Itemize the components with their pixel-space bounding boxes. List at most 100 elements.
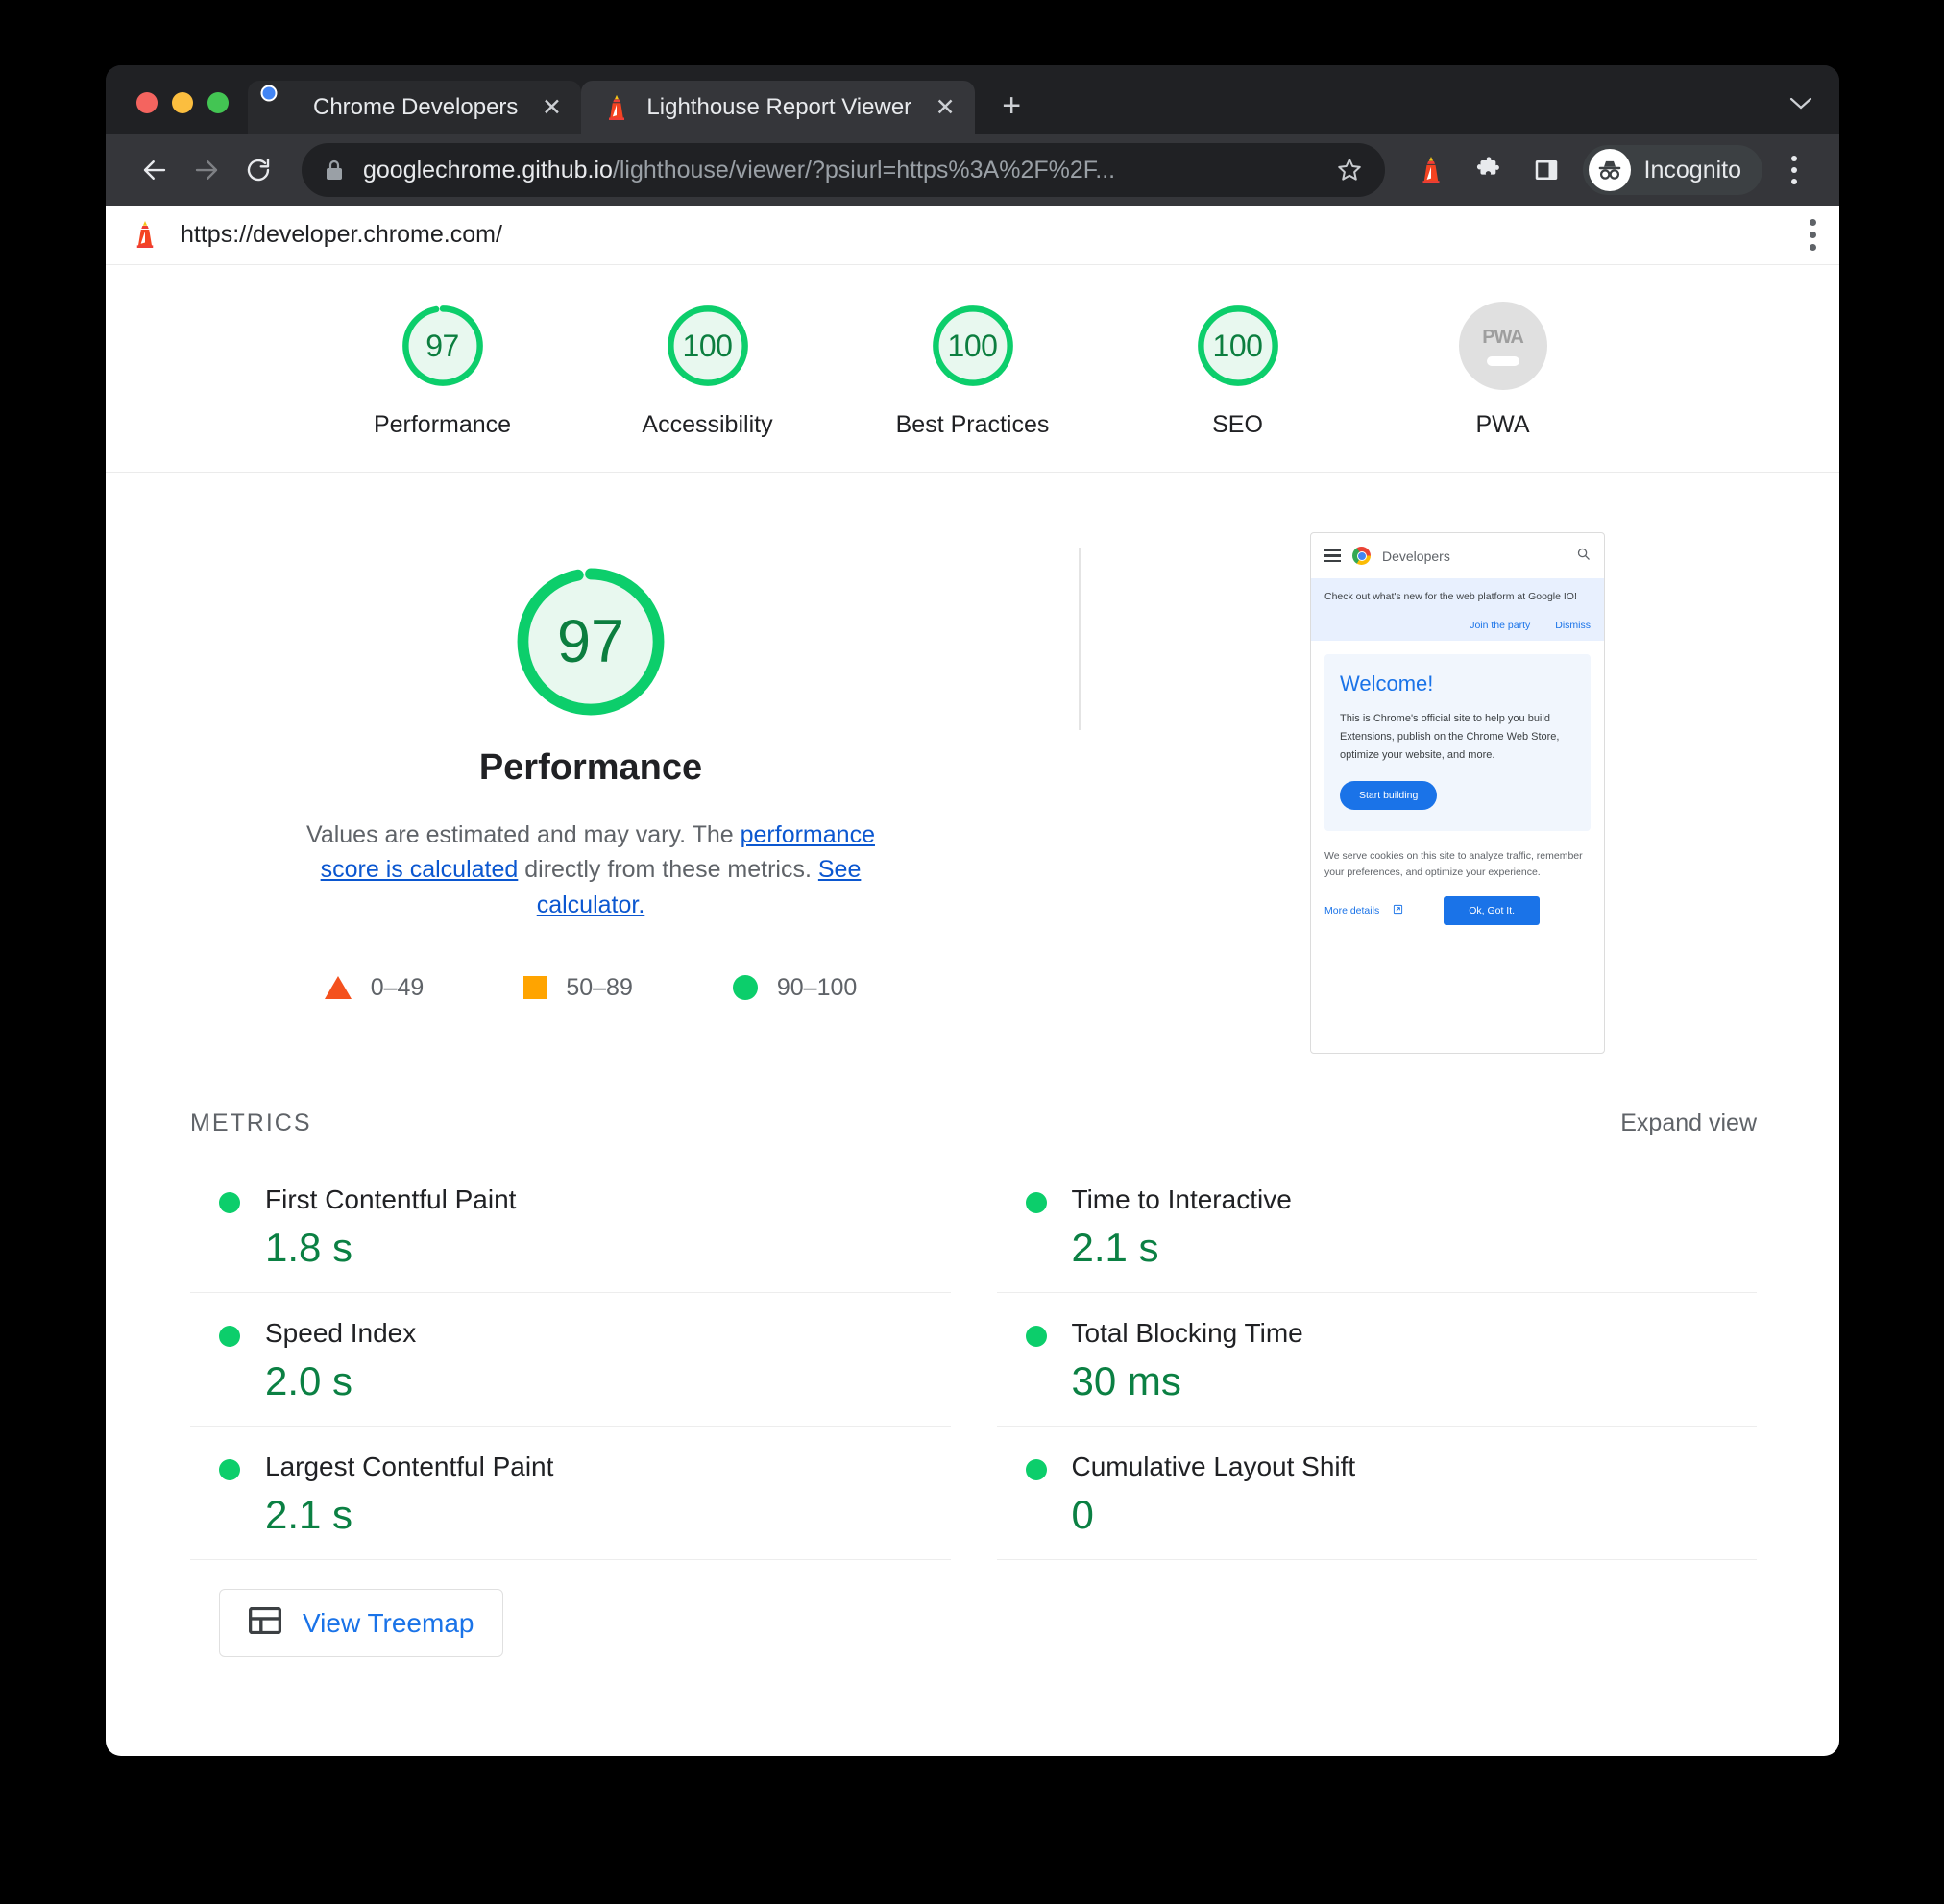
lock-icon	[323, 158, 346, 183]
metrics-title: METRICS	[190, 1110, 312, 1136]
score-value: 100	[1212, 328, 1263, 363]
screenshot-root: Chrome Developers ✕ Lighthouse Report Vi…	[0, 0, 1944, 1904]
forward-arrow-icon[interactable]	[181, 144, 232, 196]
close-tab-button[interactable]: ✕	[929, 91, 961, 124]
metric-first-contentful-paint[interactable]: First Contentful Paint 1.8 s	[190, 1159, 951, 1292]
incognito-icon	[1588, 149, 1631, 191]
url-host: googlechrome.github.io	[363, 156, 613, 183]
maximize-window-button[interactable]	[207, 92, 229, 113]
desc-text-1: Values are estimated and may vary. The	[306, 821, 741, 848]
view-treemap-label: View Treemap	[303, 1607, 474, 1638]
score-value: 100	[682, 328, 733, 363]
bookmark-star-icon[interactable]	[1318, 156, 1364, 184]
pwa-badge-text: PWA	[1482, 326, 1524, 348]
treemap-icon	[248, 1606, 282, 1639]
url-text: googlechrome.github.io/lighthouse/viewer…	[363, 157, 1115, 184]
lighthouse-icon	[602, 93, 631, 122]
tab-lighthouse-report-viewer[interactable]: Lighthouse Report Viewer ✕	[581, 81, 976, 134]
thumb-cookie-text: We serve cookies on this site to analyze…	[1324, 850, 1583, 879]
metric-value: 1.8 s	[265, 1225, 353, 1270]
status-dot-pass-icon	[1025, 1192, 1047, 1213]
metrics-section: METRICS Expand view First Contentful Pai…	[106, 1054, 1839, 1657]
gauge-pwa[interactable]: PWA PWA	[1417, 302, 1590, 439]
browser-window: Chrome Developers ✕ Lighthouse Report Vi…	[106, 65, 1839, 1756]
metric-name: Total Blocking Time	[1071, 1318, 1303, 1348]
status-dot-pass-icon	[219, 1326, 240, 1347]
circle-icon	[732, 975, 758, 1001]
metric-total-blocking-time[interactable]: Total Blocking Time 30 ms	[996, 1292, 1757, 1426]
search-icon	[1576, 547, 1591, 565]
gauge-label: SEO	[1212, 411, 1263, 438]
metric-speed-index[interactable]: Speed Index 2.0 s	[190, 1292, 951, 1426]
legend-range: 0–49	[370, 973, 425, 1001]
gauge-accessibility[interactable]: 100 Accessibility	[621, 302, 794, 439]
metric-time-to-interactive[interactable]: Time to Interactive 2.1 s	[996, 1159, 1757, 1292]
browser-toolbar: googlechrome.github.io/lighthouse/viewer…	[106, 134, 1839, 206]
score-ring: 97	[399, 302, 487, 390]
reload-icon[interactable]	[232, 144, 284, 196]
metric-name: First Contentful Paint	[265, 1184, 517, 1214]
extensions-puzzle-icon[interactable]	[1462, 143, 1516, 197]
treemap-row: View Treemap	[190, 1560, 1757, 1657]
tab-title: Lighthouse Report Viewer	[646, 94, 912, 120]
gauge-best-practices[interactable]: 100 Best Practices	[887, 302, 1059, 439]
pwa-dash-icon	[1486, 355, 1519, 366]
score-value: 97	[425, 328, 459, 363]
lighthouse-icon	[131, 219, 159, 252]
thumb-cookie-actions: More details Ok, Got It.	[1324, 895, 1591, 925]
close-tab-button[interactable]: ✕	[535, 91, 568, 124]
metric-value: 0	[1071, 1492, 1094, 1537]
score-ring: 100	[1194, 302, 1282, 390]
metric-largest-contentful-paint[interactable]: Largest Contentful Paint 2.1 s	[190, 1426, 951, 1560]
metric-value: 30 ms	[1071, 1358, 1181, 1404]
gauge-label: Accessibility	[642, 411, 773, 438]
metric-cumulative-layout-shift[interactable]: Cumulative Layout Shift 0	[996, 1426, 1757, 1560]
new-tab-button[interactable]: +	[988, 83, 1034, 129]
triangle-icon	[324, 976, 352, 1000]
score-value: 100	[947, 328, 998, 363]
tab-chrome-developers[interactable]: Chrome Developers ✕	[248, 81, 582, 134]
status-dot-pass-icon	[219, 1192, 240, 1213]
gauge-label: PWA	[1475, 411, 1530, 438]
kebab-menu-icon[interactable]	[1770, 156, 1818, 184]
incognito-profile-badge[interactable]: Incognito	[1582, 145, 1762, 195]
gauge-seo[interactable]: 100 SEO	[1152, 302, 1324, 439]
gauge-performance[interactable]: 97 Performance	[356, 302, 529, 439]
metric-value: 2.1 s	[1071, 1225, 1159, 1270]
expand-view-toggle[interactable]: Expand view	[1620, 1110, 1757, 1137]
score-legend: 0–49 50–89 90–100	[106, 974, 1076, 1002]
thumb-site-header: Developers	[1311, 533, 1604, 578]
page-viewport: https://developer.chrome.com/ 97 Perform…	[106, 206, 1839, 1756]
minimize-window-button[interactable]	[172, 92, 193, 113]
external-link-icon	[1393, 904, 1403, 917]
metrics-header: METRICS Expand view	[190, 1110, 1757, 1137]
performance-section: 97 Performance Values are estimated and …	[106, 473, 1839, 1054]
thumb-start-building-button: Start building	[1340, 781, 1438, 811]
legend-range: 50–89	[566, 973, 633, 1001]
legend-item-average: 50–89	[523, 974, 633, 1002]
pwa-badge-icon: PWA	[1458, 302, 1547, 390]
address-bar[interactable]: googlechrome.github.io/lighthouse/viewer…	[302, 143, 1385, 197]
report-header: https://developer.chrome.com/	[106, 206, 1839, 265]
report-menu-kebab-icon[interactable]	[1810, 219, 1816, 251]
close-window-button[interactable]	[136, 92, 158, 113]
thumb-dismiss-link: Dismiss	[1555, 620, 1591, 632]
lighthouse-extension-icon[interactable]	[1404, 143, 1458, 197]
performance-summary: 97 Performance Values are estimated and …	[106, 532, 1076, 1054]
metric-name: Speed Index	[265, 1318, 417, 1348]
status-dot-pass-icon	[1025, 1326, 1047, 1347]
status-dot-pass-icon	[219, 1459, 240, 1480]
thumb-banner-text: Check out what's new for the web platfor…	[1324, 591, 1577, 602]
side-panel-icon[interactable]	[1519, 143, 1573, 197]
window-controls[interactable]	[106, 92, 248, 134]
tab-search-chevron-down-icon[interactable]	[1787, 92, 1839, 134]
url-path: /lighthouse/viewer/?psiurl=https%3A%2F%2…	[612, 156, 1116, 183]
performance-score-value: 97	[556, 608, 625, 675]
hamburger-icon	[1324, 549, 1341, 563]
incognito-label: Incognito	[1643, 156, 1741, 183]
metric-name: Time to Interactive	[1071, 1184, 1292, 1214]
back-arrow-icon[interactable]	[129, 144, 181, 196]
view-treemap-button[interactable]: View Treemap	[219, 1589, 504, 1657]
thumb-join-the-party-link: Join the party	[1470, 620, 1531, 632]
thumb-hero-text: This is Chrome's official site to help y…	[1340, 713, 1560, 761]
